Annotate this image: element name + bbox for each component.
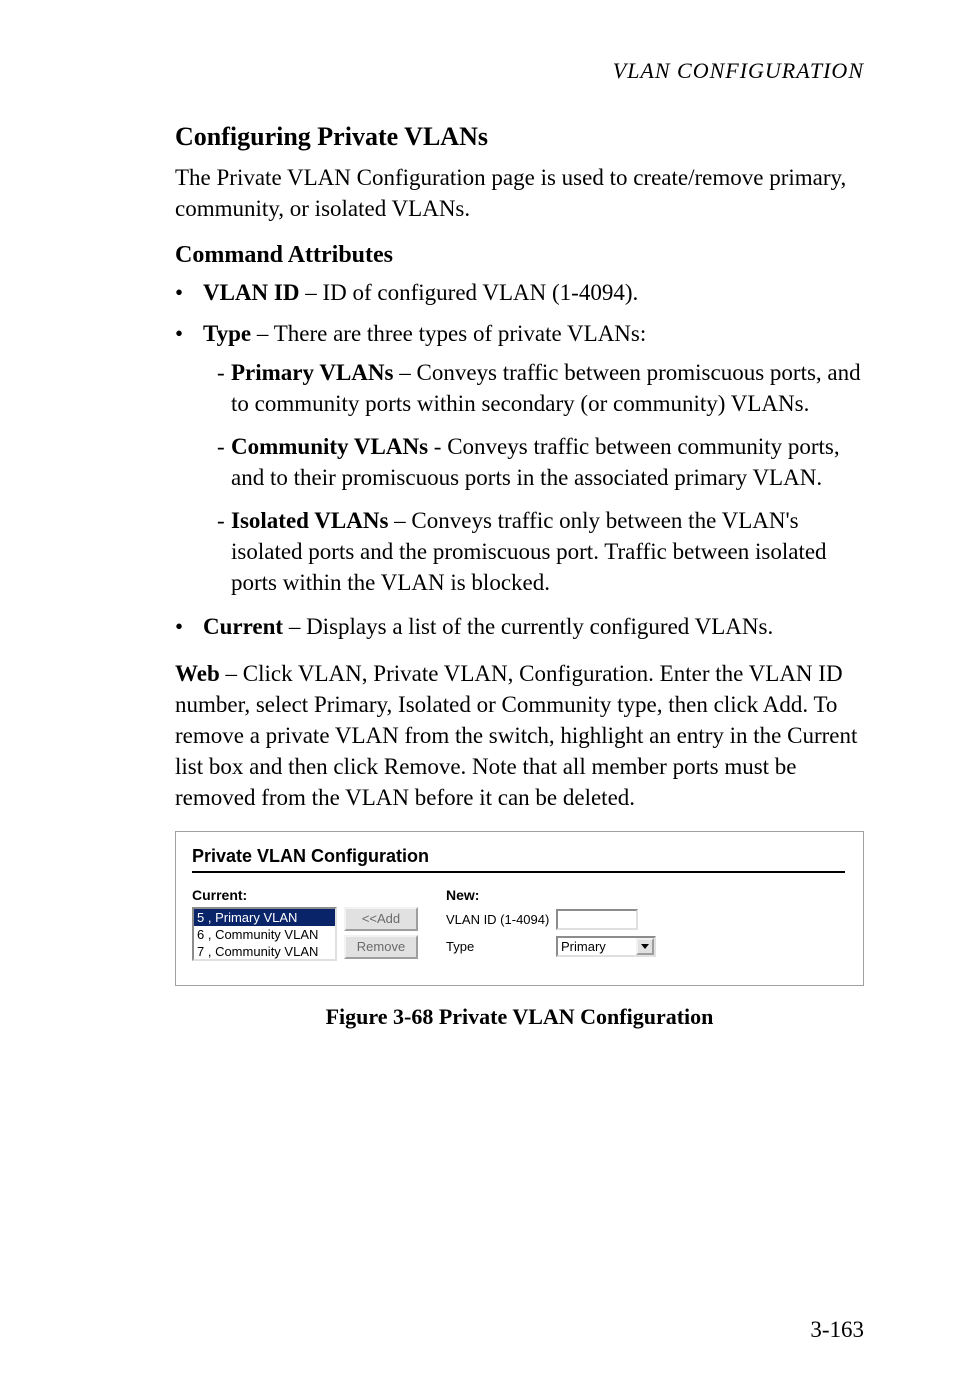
text: – There are three types of private VLANs… — [251, 321, 646, 346]
panel-rule — [192, 871, 845, 873]
sub-isolated: Isolated VLANs – Conveys traffic only be… — [217, 505, 864, 598]
bold-text: Current — [203, 614, 283, 639]
figure-panel: Private VLAN Configuration Current: 5 , … — [175, 831, 864, 986]
vlan-id-label: VLAN ID (1-4094) — [446, 912, 554, 927]
new-label: New: — [446, 887, 845, 903]
bold-text: Community VLANs — [231, 434, 428, 459]
current-column: Current: 5 , Primary VLAN 6 , Community … — [192, 887, 337, 961]
running-header: VLAN CONFIGURATION — [175, 58, 864, 84]
text: – Click VLAN, Private VLAN, Configuratio… — [175, 661, 857, 810]
add-button[interactable]: <<Add — [344, 907, 418, 931]
type-row: Type Primary — [446, 936, 845, 957]
select-value: Primary — [558, 939, 636, 954]
running-header-text: VLAN CONFIGURATION — [613, 58, 864, 83]
vlan-id-row: VLAN ID (1-4094) — [446, 909, 845, 930]
attr-current: Current – Displays a list of the current… — [203, 611, 864, 642]
page-number: 3-163 — [810, 1317, 864, 1343]
bold-text: Primary VLANs — [231, 360, 393, 385]
command-attributes-heading: Command Attributes — [175, 242, 864, 269]
list-item[interactable]: 5 , Primary VLAN — [194, 909, 335, 926]
sub-community: Community VLANs - Conveys traffic betwee… — [217, 431, 864, 493]
figure-caption: Figure 3-68 Private VLAN Configuration — [175, 1004, 864, 1030]
text: – Displays a list of the currently confi… — [283, 614, 773, 639]
bold-text: VLAN ID — [203, 280, 299, 305]
button-column: <<Add Remove — [344, 907, 439, 961]
current-label: Current: — [192, 887, 337, 903]
type-sublist: Primary VLANs – Conveys traffic between … — [203, 357, 864, 598]
bold-text: Web — [175, 661, 220, 686]
remove-button[interactable]: Remove — [344, 935, 418, 959]
type-label: Type — [446, 939, 554, 954]
type-select[interactable]: Primary — [556, 936, 656, 957]
chevron-down-icon[interactable] — [636, 938, 654, 955]
attr-type: Type – There are three types of private … — [203, 318, 864, 598]
intro-paragraph: The Private VLAN Configuration page is u… — [175, 162, 864, 224]
sub-primary: Primary VLANs – Conveys traffic between … — [217, 357, 864, 419]
text: – ID of configured VLAN (1-4094). — [299, 280, 638, 305]
attributes-list: VLAN ID – ID of configured VLAN (1-4094)… — [175, 277, 864, 641]
current-listbox[interactable]: 5 , Primary VLAN 6 , Community VLAN 7 , … — [192, 907, 337, 961]
section-heading: Configuring Private VLANs — [175, 122, 864, 152]
vlan-id-input[interactable] — [556, 909, 638, 930]
panel-title: Private VLAN Configuration — [192, 846, 845, 867]
attr-vlan-id: VLAN ID – ID of configured VLAN (1-4094)… — [203, 277, 864, 308]
bold-text: Isolated VLANs — [231, 508, 388, 533]
list-item[interactable]: 7 , Community VLAN — [194, 943, 335, 960]
list-item[interactable]: 6 , Community VLAN — [194, 926, 335, 943]
web-paragraph: Web – Click VLAN, Private VLAN, Configur… — [175, 658, 864, 813]
bold-text: Type — [203, 321, 251, 346]
new-column: New: VLAN ID (1-4094) Type Primary — [446, 887, 845, 961]
config-grid: Current: 5 , Primary VLAN 6 , Community … — [192, 887, 845, 961]
